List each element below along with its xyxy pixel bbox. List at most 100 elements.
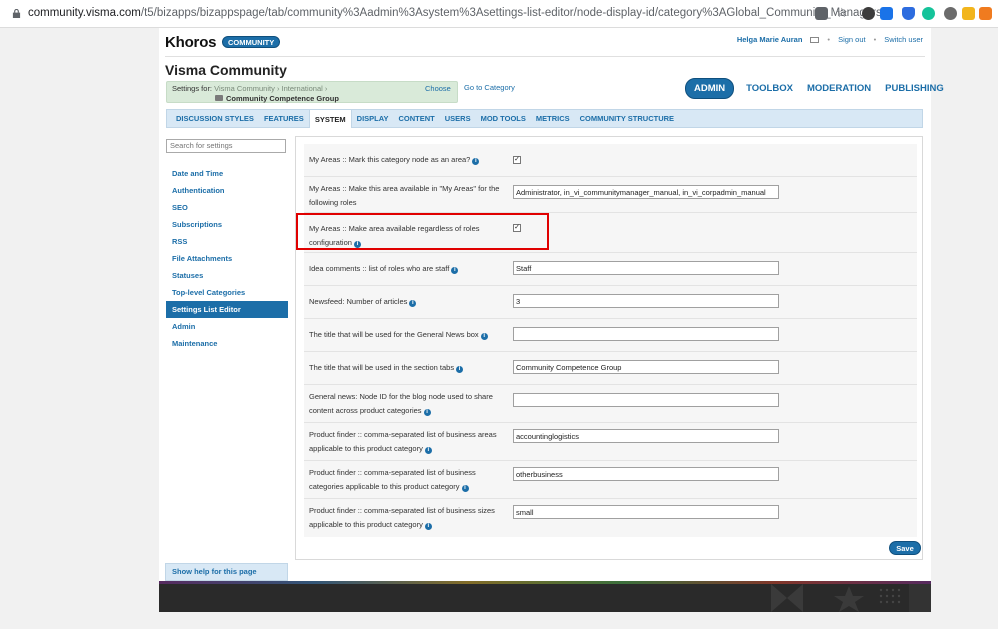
general-news-title-input[interactable] xyxy=(513,327,779,341)
settings-for-label: Settings for: Visma Community › Internat… xyxy=(172,84,327,93)
setting-row: The title that will be used for the Gene… xyxy=(304,319,917,352)
top-tabs: ADMIN TOOLBOX MODERATION PUBLISHING xyxy=(685,78,946,99)
subnav-community-structure[interactable]: COMMUNITY STRUCTURE xyxy=(575,110,679,127)
breadcrumb-community[interactable]: Visma Community xyxy=(214,84,275,93)
setting-label-text: My Areas :: Mark this category node as a… xyxy=(309,155,471,164)
business-categories-input[interactable]: otherbusiness xyxy=(513,467,779,481)
extension-gear-icon[interactable] xyxy=(944,7,957,20)
setting-label-text: The title that will be used in the secti… xyxy=(309,363,455,372)
setting-label-text: Idea comments :: list of roles who are s… xyxy=(309,264,450,273)
url-path: /t5/bizapps/bizappspage/tab/community%3A… xyxy=(140,7,882,19)
info-icon[interactable]: i xyxy=(480,333,488,340)
extension-orange-icon[interactable] xyxy=(979,7,992,20)
setting-row: My Areas :: Make this area available in … xyxy=(304,177,917,213)
subnav-metrics[interactable]: METRICS xyxy=(531,110,575,127)
newsfeed-count-input[interactable]: 3 xyxy=(513,294,779,308)
setting-label: The title that will be used in the secti… xyxy=(309,361,507,375)
settings-for-group: Community Competence Group xyxy=(215,94,339,103)
extension-dark-icon[interactable] xyxy=(862,7,875,20)
tab-admin[interactable]: ADMIN xyxy=(685,78,735,99)
switch-user-link[interactable]: Switch user xyxy=(884,35,923,44)
setting-label: The title that will be used for the Gene… xyxy=(309,328,507,342)
sidebar-item-seo[interactable]: SEO xyxy=(166,199,288,216)
header-divider xyxy=(165,56,925,57)
sidebar-list: Date and Time Authentication SEO Subscri… xyxy=(166,165,288,352)
page-title: Visma Community xyxy=(165,62,287,78)
footer-pattern xyxy=(771,584,931,612)
page-footer xyxy=(159,581,931,612)
info-icon[interactable]: i xyxy=(472,158,480,165)
star-icon[interactable]: ☆ xyxy=(836,6,849,19)
translate-icon[interactable] xyxy=(815,7,828,20)
extension-shield-icon[interactable] xyxy=(902,7,915,20)
setting-label: Product finder :: comma-separated list o… xyxy=(309,428,507,455)
sidebar-item-subscriptions[interactable]: Subscriptions xyxy=(166,216,288,233)
roles-input[interactable]: Administrator, in_vi_communitymanager_ma… xyxy=(513,185,779,199)
subnav-features[interactable]: FEATURES xyxy=(259,110,309,127)
setting-row: My Areas :: Mark this category node as a… xyxy=(304,144,917,177)
group-name: Community Competence Group xyxy=(226,94,339,103)
breadcrumb-international[interactable]: International xyxy=(282,84,323,93)
settings-list: My Areas :: Mark this category node as a… xyxy=(304,144,917,537)
section-tabs-title-input[interactable]: Community Competence Group xyxy=(513,360,779,374)
show-help-link[interactable]: Show help for this page xyxy=(165,563,288,581)
setting-label-text: General news: Node ID for the blog node … xyxy=(309,392,493,415)
sidebar-item-top-level-categories[interactable]: Top-level Categories xyxy=(166,284,288,301)
info-icon[interactable]: i xyxy=(423,408,431,416)
info-icon[interactable]: i xyxy=(424,446,432,454)
info-icon[interactable]: i xyxy=(409,300,417,307)
setting-label-text: The title that will be used for the Gene… xyxy=(309,330,479,339)
setting-label: Newsfeed: Number of articles i xyxy=(309,295,507,309)
business-areas-input[interactable]: accountinglogistics xyxy=(513,429,779,443)
choose-link[interactable]: Choose xyxy=(425,84,451,93)
settings-panel: My Areas :: Mark this category node as a… xyxy=(295,136,923,560)
sign-out-link[interactable]: Sign out xyxy=(838,35,866,44)
tab-toolbox[interactable]: TOOLBOX xyxy=(744,83,795,94)
subnav-users[interactable]: USERS xyxy=(440,110,476,127)
settings-search-input[interactable] xyxy=(166,138,286,153)
extension-off-icon[interactable] xyxy=(880,7,893,20)
tab-publishing[interactable]: PUBLISHING xyxy=(883,83,946,94)
info-icon[interactable]: i xyxy=(451,267,459,274)
settings-for-text: Settings for: xyxy=(172,84,213,93)
separator-dot: • xyxy=(827,35,831,44)
url-field[interactable]: community.visma.com/t5/bizapps/bizappspa… xyxy=(28,7,882,19)
user-name-link[interactable]: Helga Marie Auran xyxy=(737,35,803,44)
business-sizes-input[interactable]: small xyxy=(513,505,779,519)
extension-yellow-icon[interactable] xyxy=(962,7,975,20)
mail-icon[interactable] xyxy=(810,36,820,43)
red-highlight-box xyxy=(296,213,549,250)
sidebar-item-settings-list-editor[interactable]: Settings List Editor xyxy=(166,301,288,318)
subnav-discussion-styles[interactable]: DISCUSSION STYLES xyxy=(167,110,259,127)
setting-label: My Areas :: Mark this category node as a… xyxy=(309,153,507,167)
subnav-content[interactable]: CONTENT xyxy=(393,110,439,127)
community-badge: COMMUNITY xyxy=(222,36,281,48)
subnav-system[interactable]: SYSTEM xyxy=(308,110,352,128)
tab-moderation[interactable]: MODERATION xyxy=(805,83,873,94)
sidebar-item-rss[interactable]: RSS xyxy=(166,233,288,250)
go-to-category-link[interactable]: Go to Category xyxy=(464,83,515,92)
browser-address-bar: community.visma.com/t5/bizapps/bizappspa… xyxy=(0,0,998,28)
subnav-display[interactable]: DISPLAY xyxy=(352,110,394,127)
staff-roles-input[interactable]: Staff xyxy=(513,261,779,275)
sidebar-item-statuses[interactable]: Statuses xyxy=(166,267,288,284)
setting-row: Idea comments :: list of roles who are s… xyxy=(304,253,917,286)
sidebar-item-admin[interactable]: Admin xyxy=(166,318,288,335)
sidebar-item-maintenance[interactable]: Maintenance xyxy=(166,335,288,352)
save-button[interactable]: Save xyxy=(889,541,921,555)
info-icon[interactable]: i xyxy=(456,366,464,373)
subnav-mod-tools[interactable]: MOD TOOLS xyxy=(476,110,531,127)
setting-label-text: Product finder :: comma-separated list o… xyxy=(309,430,497,453)
info-icon[interactable]: i xyxy=(461,484,469,492)
sidebar-item-file-attachments[interactable]: File Attachments xyxy=(166,250,288,267)
khoros-logo[interactable]: Khoros xyxy=(165,34,217,51)
area-checkbox[interactable]: ✓ xyxy=(513,156,521,164)
setting-label: Product finder :: comma-separated list o… xyxy=(309,466,507,493)
setting-row: Product finder :: comma-separated list o… xyxy=(304,461,917,499)
blog-node-id-input[interactable] xyxy=(513,393,779,407)
extension-grammarly-icon[interactable] xyxy=(922,7,935,20)
sidebar-item-authentication[interactable]: Authentication xyxy=(166,182,288,199)
info-icon[interactable]: i xyxy=(424,522,432,530)
setting-row: The title that will be used in the secti… xyxy=(304,352,917,385)
sidebar-item-date-and-time[interactable]: Date and Time xyxy=(166,165,288,182)
